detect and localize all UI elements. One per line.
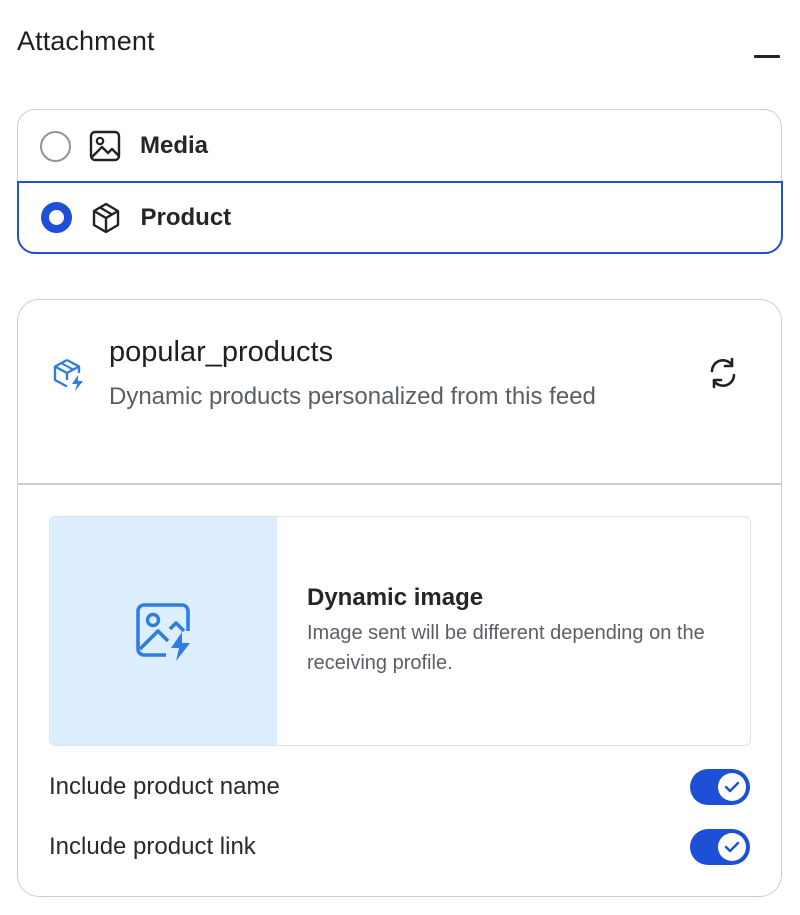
toggle-knob: [718, 773, 746, 801]
refresh-icon: [710, 357, 736, 389]
toggle-label-product-name: Include product name: [49, 773, 280, 800]
dynamic-image-title: Dynamic image: [307, 584, 484, 611]
radio-label-media: Media: [140, 132, 209, 159]
minus-icon: [754, 55, 780, 58]
refresh-button[interactable]: [705, 355, 741, 391]
radio-option-media[interactable]: Media: [18, 110, 781, 182]
dynamic-image-preview: Dynamic image Image sent will be differe…: [49, 516, 751, 746]
check-icon: [724, 841, 740, 853]
radio-button-product[interactable]: [40, 202, 72, 233]
dynamic-product-icon: [50, 356, 88, 394]
cube-icon: [89, 201, 123, 235]
attachment-panel: Attachment Media Product popular_product…: [0, 0, 800, 915]
include-product-link-toggle[interactable]: [690, 829, 750, 865]
toggle-label-product-link: Include product link: [49, 833, 256, 860]
panel-title: Attachment: [17, 26, 155, 56]
check-icon: [724, 781, 740, 793]
toggle-row-product-name: Include product name: [49, 767, 750, 807]
attachment-type-radio-group: Media Product: [16, 109, 783, 254]
collapse-button[interactable]: [752, 34, 782, 64]
dynamic-image-icon: [132, 599, 198, 665]
toggle-knob: [718, 833, 746, 861]
image-icon: [88, 129, 122, 163]
feed-name: popular_products: [109, 336, 334, 368]
dynamic-image-description: Image sent will be different depending o…: [307, 622, 705, 674]
product-feed-card: popular_products Dynamic products person…: [17, 299, 782, 897]
feed-header: popular_products Dynamic products person…: [18, 300, 781, 484]
dynamic-image-thumbnail: [50, 517, 277, 745]
radio-option-product[interactable]: Product: [16, 181, 783, 254]
toggle-row-product-link: Include product link: [49, 827, 750, 867]
panel-header: Attachment: [17, 24, 782, 68]
radio-button-media[interactable]: [40, 130, 71, 162]
feed-description: Dynamic products personalized from this …: [109, 383, 596, 410]
feed-divider: [18, 483, 781, 485]
include-product-name-toggle[interactable]: [690, 769, 750, 805]
radio-label-product: Product: [140, 203, 232, 231]
